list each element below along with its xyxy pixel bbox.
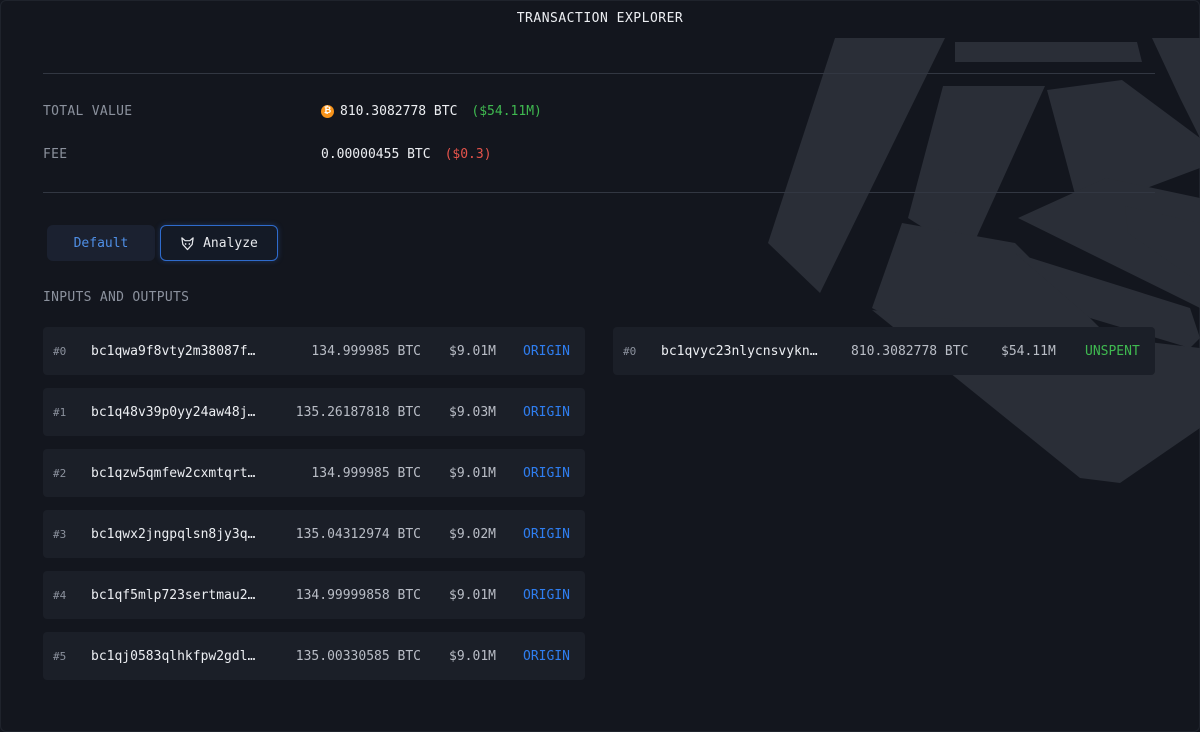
row-address[interactable]: bc1qzw5qmfew2cxmtqrt… — [91, 466, 255, 481]
row-address[interactable]: bc1qwx2jngpqlsn8jy3q… — [91, 527, 255, 542]
row-index: #3 — [53, 527, 67, 541]
total-value-label: TOTAL VALUE — [43, 104, 133, 119]
input-row[interactable]: #5 bc1qj0583qlhkfpw2gdl… 135.00330585 BT… — [43, 632, 585, 680]
page-title: TRANSACTION EXPLORER — [516, 11, 684, 26]
row-usd: $54.11M — [1001, 343, 1056, 359]
row-status-origin[interactable]: ORIGIN — [523, 466, 570, 481]
tab-default[interactable]: Default — [47, 225, 155, 261]
row-status-origin[interactable]: ORIGIN — [523, 405, 570, 420]
header-divider — [43, 73, 1155, 74]
total-value: ₿ 810.3082778 BTC ($54.11M) — [321, 104, 542, 119]
input-row[interactable]: #2 bc1qzw5qmfew2cxmtqrt… 134.999985 BTC … — [43, 449, 585, 497]
inputs-outputs-heading: INPUTS AND OUTPUTS — [43, 290, 190, 305]
row-amount: 135.00330585 BTC — [295, 648, 421, 664]
row-index: #0 — [53, 344, 67, 358]
row-index: #0 — [623, 344, 637, 358]
tab-analyze[interactable]: Analyze — [160, 225, 278, 261]
row-usd: $9.02M — [449, 526, 496, 542]
row-usd: $9.01M — [449, 587, 496, 603]
row-amount: 134.999985 BTC — [311, 343, 421, 359]
tab-analyze-label: Analyze — [203, 235, 258, 251]
fee-value: 0.00000455 BTC ($0.3) — [321, 147, 492, 162]
row-amount: 134.999985 BTC — [311, 465, 421, 481]
row-status-origin[interactable]: ORIGIN — [523, 527, 570, 542]
fee-btc: 0.00000455 BTC — [321, 147, 431, 162]
row-amount: 810.3082778 BTC — [851, 343, 969, 359]
row-address[interactable]: bc1qwa9f8vty2m38087f… — [91, 344, 255, 359]
input-row[interactable]: #1 bc1q48v39p0yy24aw48j… 135.26187818 BT… — [43, 388, 585, 436]
row-amount: 134.99999858 BTC — [295, 587, 421, 603]
total-value-btc: 810.3082778 BTC — [340, 104, 458, 119]
row-index: #4 — [53, 588, 67, 602]
row-usd: $9.01M — [449, 648, 496, 664]
row-address[interactable]: bc1qvyc23nlycnsvykn… — [661, 344, 818, 359]
row-usd: $9.03M — [449, 404, 496, 420]
bitcoin-icon: ₿ — [321, 105, 334, 118]
input-row[interactable]: #0 bc1qwa9f8vty2m38087f… 134.999985 BTC … — [43, 327, 585, 375]
row-status-origin[interactable]: ORIGIN — [523, 344, 570, 359]
input-row[interactable]: #3 bc1qwx2jngpqlsn8jy3q… 135.04312974 BT… — [43, 510, 585, 558]
row-address[interactable]: bc1qj0583qlhkfpw2gdl… — [91, 649, 255, 664]
tab-default-label: Default — [73, 235, 129, 251]
row-usd: $9.01M — [449, 465, 496, 481]
output-row[interactable]: #0 bc1qvyc23nlycnsvykn… 810.3082778 BTC … — [613, 327, 1155, 375]
row-index: #5 — [53, 649, 67, 663]
input-row[interactable]: #4 bc1qf5mlp723sertmau2… 134.99999858 BT… — [43, 571, 585, 619]
summary-divider — [43, 192, 1155, 193]
fee-usd: ($0.3) — [444, 147, 492, 162]
fee-label: FEE — [43, 147, 68, 162]
fox-icon — [181, 236, 194, 250]
row-status-origin[interactable]: ORIGIN — [523, 588, 570, 603]
row-amount: 135.04312974 BTC — [295, 526, 421, 542]
row-amount: 135.26187818 BTC — [295, 404, 421, 420]
total-value-usd: ($54.11M) — [471, 104, 542, 119]
row-status-origin[interactable]: ORIGIN — [523, 649, 570, 664]
row-index: #2 — [53, 466, 67, 480]
row-status-unspent: UNSPENT — [1085, 343, 1140, 359]
row-usd: $9.01M — [449, 343, 496, 359]
row-address[interactable]: bc1qf5mlp723sertmau2… — [91, 588, 255, 603]
row-address[interactable]: bc1q48v39p0yy24aw48j… — [91, 405, 255, 420]
row-index: #1 — [53, 405, 67, 419]
